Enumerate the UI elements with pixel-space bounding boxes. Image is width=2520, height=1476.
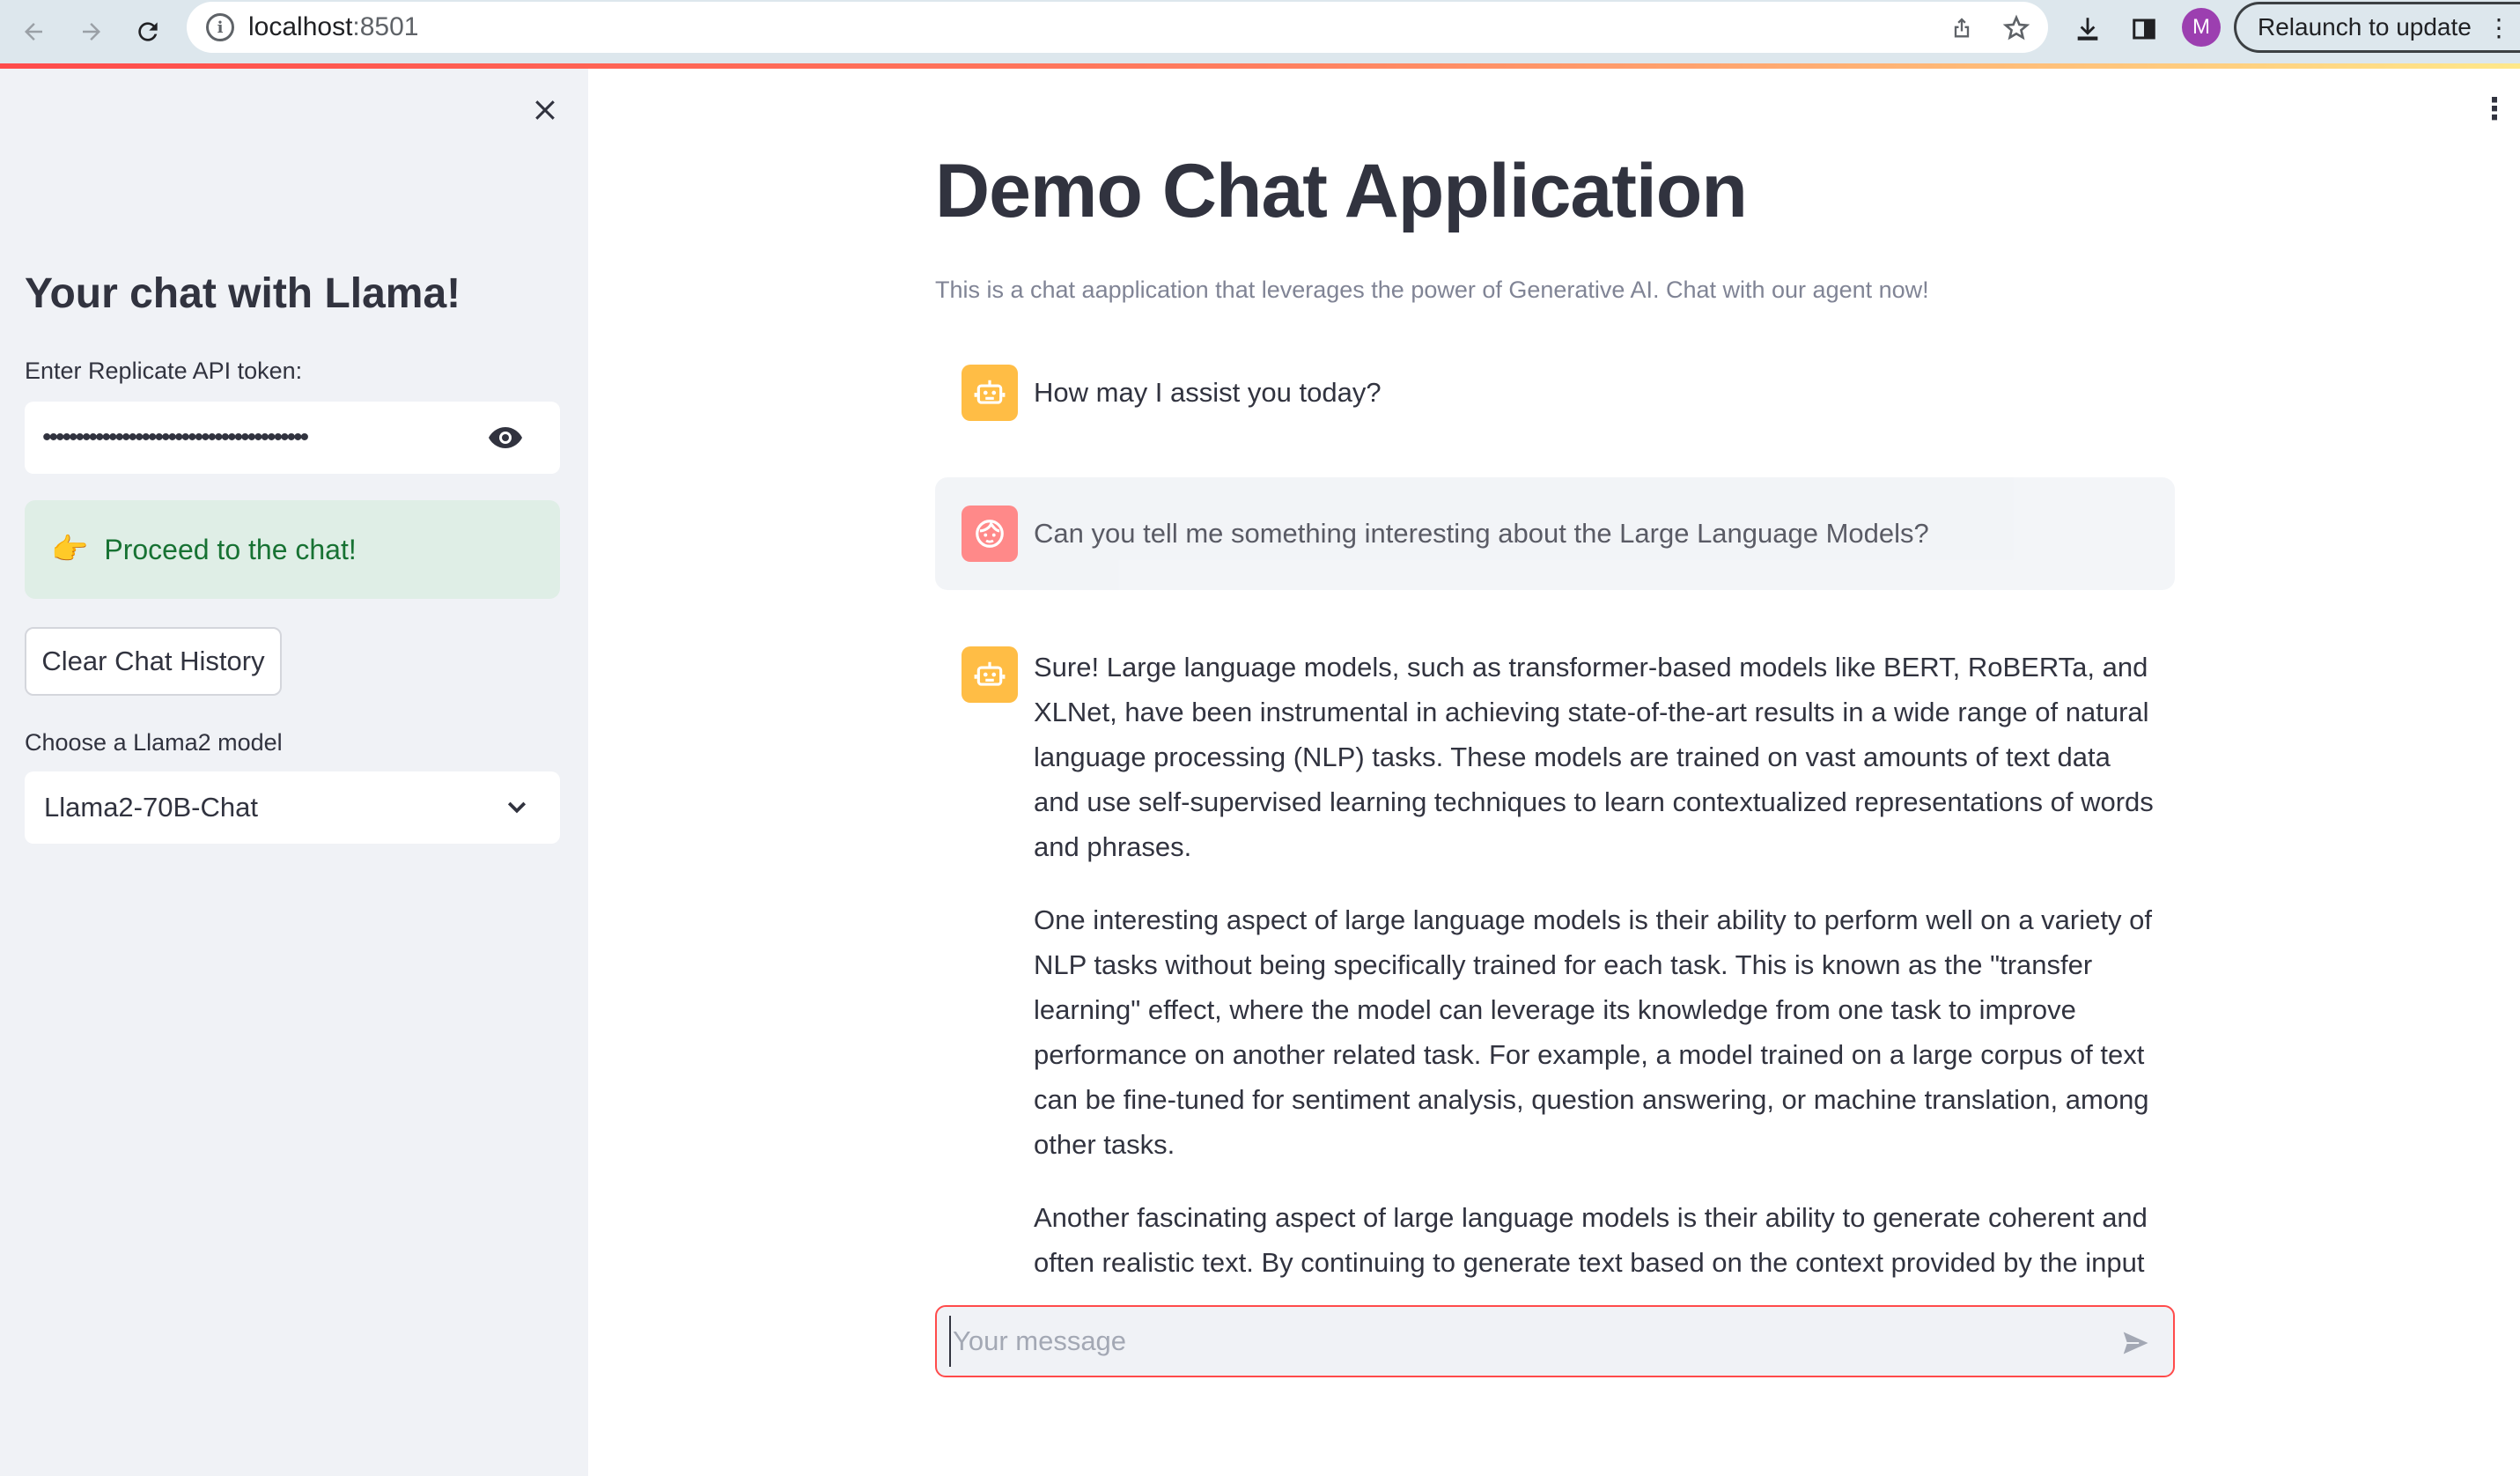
relaunch-button[interactable]: Relaunch to update ⋮	[2234, 2, 2520, 53]
token-label: Enter Replicate API token:	[25, 358, 303, 384]
forward-icon[interactable]	[67, 7, 116, 56]
address-bar[interactable]: i localhost:8501	[187, 2, 2048, 53]
api-token-input[interactable]: ••••••••••••••••••••••••••••••••••••••••	[25, 402, 560, 474]
profile-avatar[interactable]: M	[2182, 8, 2221, 47]
success-text: Proceed to the chat!	[104, 533, 357, 565]
chat-message-input[interactable]	[949, 1316, 2094, 1367]
show-password-icon[interactable]	[488, 426, 523, 449]
model-label: Choose a Llama2 model	[25, 729, 283, 756]
url-text: localhost:8501	[248, 12, 418, 42]
sidebar: Your chat with Llama! Enter Replicate AP…	[0, 69, 588, 1476]
bookmark-star-icon[interactable]	[1997, 9, 2036, 48]
api-token-value: ••••••••••••••••••••••••••••••••••••••••	[42, 423, 309, 452]
message-paragraph: How may I assist you today?	[1034, 377, 1382, 408]
chat-input-box	[935, 1305, 2175, 1377]
sidebar-title: Your chat with Llama!	[25, 270, 461, 317]
clear-chat-history-button[interactable]: Clear Chat History	[25, 627, 282, 696]
model-selected-value: Llama2-70B-Chat	[44, 792, 258, 823]
browser-toolbar: i localhost:8501 M Relaunch to update ⋮	[0, 0, 2520, 65]
message-paragraph: Another fascinating aspect of large lang…	[1034, 1202, 2148, 1278]
message-content: How may I assist you today?	[1034, 370, 2161, 443]
page-caption: This is a chat aapplication that leverag…	[935, 277, 1929, 303]
back-icon[interactable]	[9, 7, 58, 56]
user-avatar-icon	[962, 506, 1018, 562]
chat-message-assistant: How may I assist you today?	[935, 351, 2175, 435]
message-paragraph: Sure! Large language models, such as tra…	[1034, 652, 2154, 862]
page-title: Demo Chat Application	[935, 149, 1748, 233]
reload-icon[interactable]	[123, 7, 173, 56]
message-content: Can you tell me something interesting ab…	[1034, 511, 2161, 584]
side-panel-icon[interactable]	[2122, 7, 2166, 51]
bot-avatar-icon	[962, 365, 1018, 421]
message-paragraph: One interesting aspect of large language…	[1034, 904, 2152, 1160]
chevron-down-icon	[507, 801, 527, 814]
url-port: :8501	[352, 12, 419, 41]
url-host: localhost	[248, 12, 353, 41]
site-info-icon[interactable]: i	[206, 13, 234, 41]
relaunch-label: Relaunch to update	[2258, 13, 2472, 41]
success-alert: 👉 Proceed to the chat!	[25, 500, 560, 599]
share-icon[interactable]	[1942, 9, 1981, 48]
send-icon[interactable]	[2118, 1326, 2154, 1360]
pointing-hand-icon: 👉	[51, 533, 89, 566]
chat-message-assistant: Sure! Large language models, such as tra…	[935, 632, 2175, 1279]
message-paragraph: Can you tell me something interesting ab…	[1034, 518, 1929, 549]
close-icon[interactable]	[525, 90, 565, 130]
download-icon[interactable]	[2066, 7, 2110, 51]
more-menu-icon[interactable]: ⋮	[2487, 13, 2511, 42]
message-content: Sure! Large language models, such as tra…	[1034, 645, 2161, 1279]
chat-message-user: Can you tell me something interesting ab…	[935, 477, 2175, 590]
bot-avatar-icon	[962, 646, 1018, 703]
main-menu-icon[interactable]: ⋮	[2479, 92, 2509, 127]
model-select[interactable]: Llama2-70B-Chat	[25, 771, 560, 844]
